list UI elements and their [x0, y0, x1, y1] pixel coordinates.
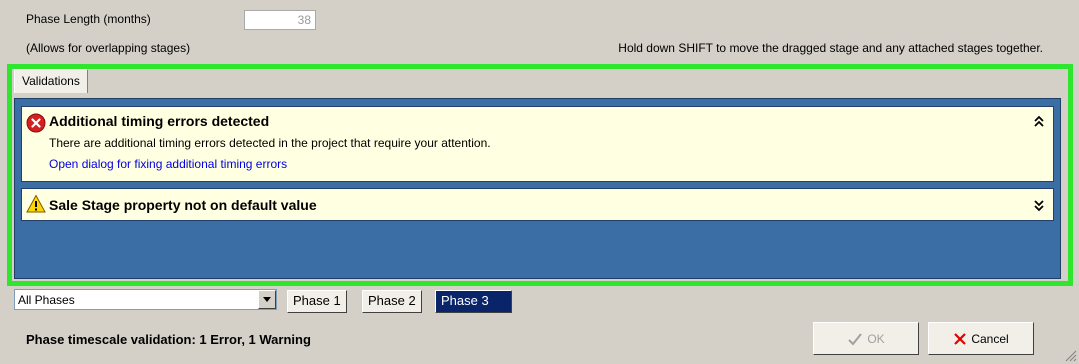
validation-status: Phase timescale validation: 1 Error, 1 W… [26, 332, 311, 347]
expand-icon[interactable] [1032, 198, 1046, 212]
ok-button[interactable]: OK [813, 322, 919, 355]
cancel-label: Cancel [971, 331, 1009, 346]
warning-validation-card: Sale Stage property not on default value [21, 188, 1054, 221]
validations-panel: Additional timing errors detected There … [14, 98, 1061, 279]
close-icon [954, 332, 967, 345]
phase-2-button[interactable]: Phase 2 [362, 290, 422, 313]
cancel-button[interactable]: Cancel [928, 322, 1034, 355]
phase-1-button[interactable]: Phase 1 [287, 290, 347, 313]
resize-grip-icon[interactable] [1063, 348, 1077, 362]
collapse-icon[interactable] [1032, 115, 1046, 129]
phase-filter-value: All Phases [18, 293, 75, 307]
warning-icon [26, 194, 46, 213]
error-description: There are additional timing errors detec… [49, 136, 491, 150]
checkmark-icon [848, 332, 863, 345]
overlap-note: (Allows for overlapping stages) [26, 41, 191, 55]
chevron-down-icon [263, 297, 271, 302]
warning-title: Sale Stage property not on default value [49, 197, 317, 213]
phase-length-input[interactable] [244, 10, 316, 30]
error-title: Additional timing errors detected [49, 113, 270, 129]
phase-filter-select[interactable]: All Phases [14, 289, 277, 310]
error-validation-card: Additional timing errors detected There … [21, 106, 1054, 182]
phase-3-button[interactable]: Phase 3 [435, 290, 512, 313]
fix-timing-errors-link[interactable]: Open dialog for fixing additional timing… [49, 157, 287, 171]
shift-hint: Hold down SHIFT to move the dragged stag… [618, 41, 1043, 55]
tab-validations[interactable]: Validations [14, 69, 88, 93]
error-icon [26, 113, 46, 133]
dropdown-button[interactable] [258, 290, 276, 309]
ok-label: OK [867, 331, 885, 346]
phase-length-label: Phase Length (months) [26, 12, 151, 26]
